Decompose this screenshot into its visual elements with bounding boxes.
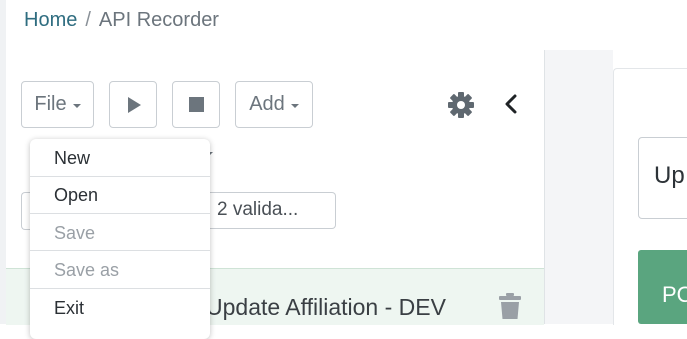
- caret-down-icon: [72, 103, 81, 108]
- add-button-label: Add: [249, 93, 285, 115]
- gear-icon[interactable]: [447, 91, 475, 119]
- panel-gutter: [545, 50, 613, 324]
- list-item-label[interactable]: Update Affiliation - DEV: [206, 294, 446, 321]
- file-menu-button[interactable]: File: [21, 81, 94, 128]
- filter-select-value: 2 valida...: [217, 199, 299, 220]
- file-button-label: File: [34, 93, 67, 115]
- stop-icon: [188, 97, 204, 112]
- play-button[interactable]: [109, 81, 157, 128]
- menu-item-save-as: Save as: [54, 260, 120, 280]
- file-dropdown-menu: New Open Save Save as Exit: [30, 139, 210, 339]
- breadcrumb-separator: /: [85, 9, 91, 31]
- breadcrumb-current: API Recorder: [98, 9, 219, 31]
- stop-button[interactable]: [172, 81, 220, 128]
- breadcrumb-home-link[interactable]: Home: [24, 9, 77, 31]
- trash-icon[interactable]: [498, 292, 522, 320]
- caret-down-icon: [290, 103, 299, 108]
- menu-item-new[interactable]: New: [30, 139, 210, 176]
- menu-item-exit[interactable]: Exit: [30, 289, 210, 326]
- menu-item-save: Save: [54, 223, 96, 243]
- method-label: PO: [662, 282, 687, 307]
- play-icon: [128, 96, 141, 113]
- menu-item-open[interactable]: Open: [30, 176, 210, 213]
- request-name-value: Up: [654, 162, 685, 189]
- breadcrumb: Home / API Recorder: [24, 9, 219, 32]
- chevron-left-icon[interactable]: [502, 93, 520, 115]
- add-menu-button[interactable]: Add: [235, 81, 313, 128]
- filter-select[interactable]: 2 valida...: [195, 192, 336, 229]
